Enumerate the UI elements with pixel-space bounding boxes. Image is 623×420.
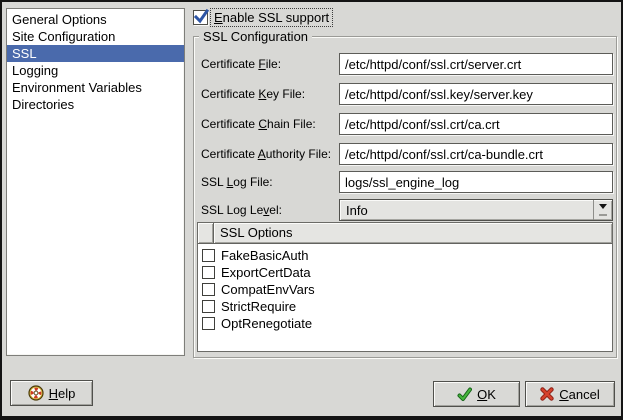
table-row[interactable]: CompatEnvVars (198, 281, 612, 298)
cancel-button-label: Cancel (559, 387, 599, 402)
option-label: FakeBasicAuth (215, 248, 308, 263)
category-list: General Options Site Configuration SSL L… (6, 8, 185, 356)
option-label: OptRenegotiate (215, 316, 312, 331)
option-label: ExportCertData (215, 265, 311, 280)
certificate-authority-file-input[interactable] (339, 143, 613, 165)
certificate-file-input[interactable] (339, 53, 613, 75)
help-button[interactable]: Help (10, 380, 93, 406)
table-row[interactable]: StrictRequire (198, 298, 612, 315)
certificate-key-file-input[interactable] (339, 83, 613, 105)
cancel-button[interactable]: Cancel (525, 381, 615, 407)
certificate-chain-file-input[interactable] (339, 113, 613, 135)
certificate-key-file-label: Certificate Key File: (201, 86, 305, 102)
ssl-options-table: SSL Options FakeBasicAuth ExportCertData… (197, 222, 613, 352)
ssl-log-file-label: SSL Log File: (201, 174, 273, 190)
table-row[interactable]: OptRenegotiate (198, 315, 612, 332)
help-lifesaver-icon (28, 385, 44, 401)
ssl-log-level-label: SSL Log Level: (201, 202, 282, 218)
table-header-row: SSL Options (198, 223, 612, 244)
chevron-down-icon[interactable] (593, 200, 612, 220)
compatenvvars-checkbox[interactable] (202, 283, 215, 296)
ok-check-icon (457, 387, 472, 402)
certificate-file-label: Certificate File: (201, 56, 281, 72)
ssl-log-level-dropdown[interactable]: Info (339, 199, 613, 221)
sidebar-item-logging[interactable]: Logging (7, 62, 184, 79)
fakebasicauth-checkbox[interactable] (202, 249, 215, 262)
help-button-label: Help (49, 386, 76, 401)
option-label: CompatEnvVars (215, 282, 315, 297)
ok-button[interactable]: OK (433, 381, 520, 407)
ssl-options-column-header[interactable]: SSL Options (214, 223, 612, 244)
sidebar-item-directories[interactable]: Directories (7, 96, 184, 113)
sidebar-item-general-options[interactable]: General Options (7, 11, 184, 28)
certificate-chain-file-label: Certificate Chain File: (201, 116, 316, 132)
ssl-settings-window: General Options Site Configuration SSL L… (0, 0, 623, 420)
frame-title: SSL Configuration (199, 29, 312, 44)
option-label: StrictRequire (215, 299, 296, 314)
sidebar-item-site-configuration[interactable]: Site Configuration (7, 28, 184, 45)
ok-button-label: OK (477, 387, 496, 402)
optrenegotiate-checkbox[interactable] (202, 317, 215, 330)
ssl-configuration-frame: SSL Configuration Certificate File: Cert… (193, 36, 617, 358)
sidebar-item-environment-variables[interactable]: Environment Variables (7, 79, 184, 96)
ssl-log-level-value: Info (340, 203, 593, 218)
exportcertdata-checkbox[interactable] (202, 266, 215, 279)
enable-ssl-checkbox[interactable] (193, 10, 208, 25)
sidebar-item-ssl[interactable]: SSL (7, 45, 184, 62)
certificate-authority-file-label: Certificate Authority File: (201, 146, 331, 162)
enable-ssl-label[interactable]: Enable SSL support (211, 9, 332, 26)
table-row[interactable]: ExportCertData (198, 264, 612, 281)
checkbox-column-header[interactable] (198, 223, 214, 244)
strictrequire-checkbox[interactable] (202, 300, 215, 313)
ssl-log-file-input[interactable] (339, 171, 613, 193)
check-icon (192, 7, 211, 26)
table-row[interactable]: FakeBasicAuth (198, 247, 612, 264)
cancel-x-icon (540, 387, 554, 401)
